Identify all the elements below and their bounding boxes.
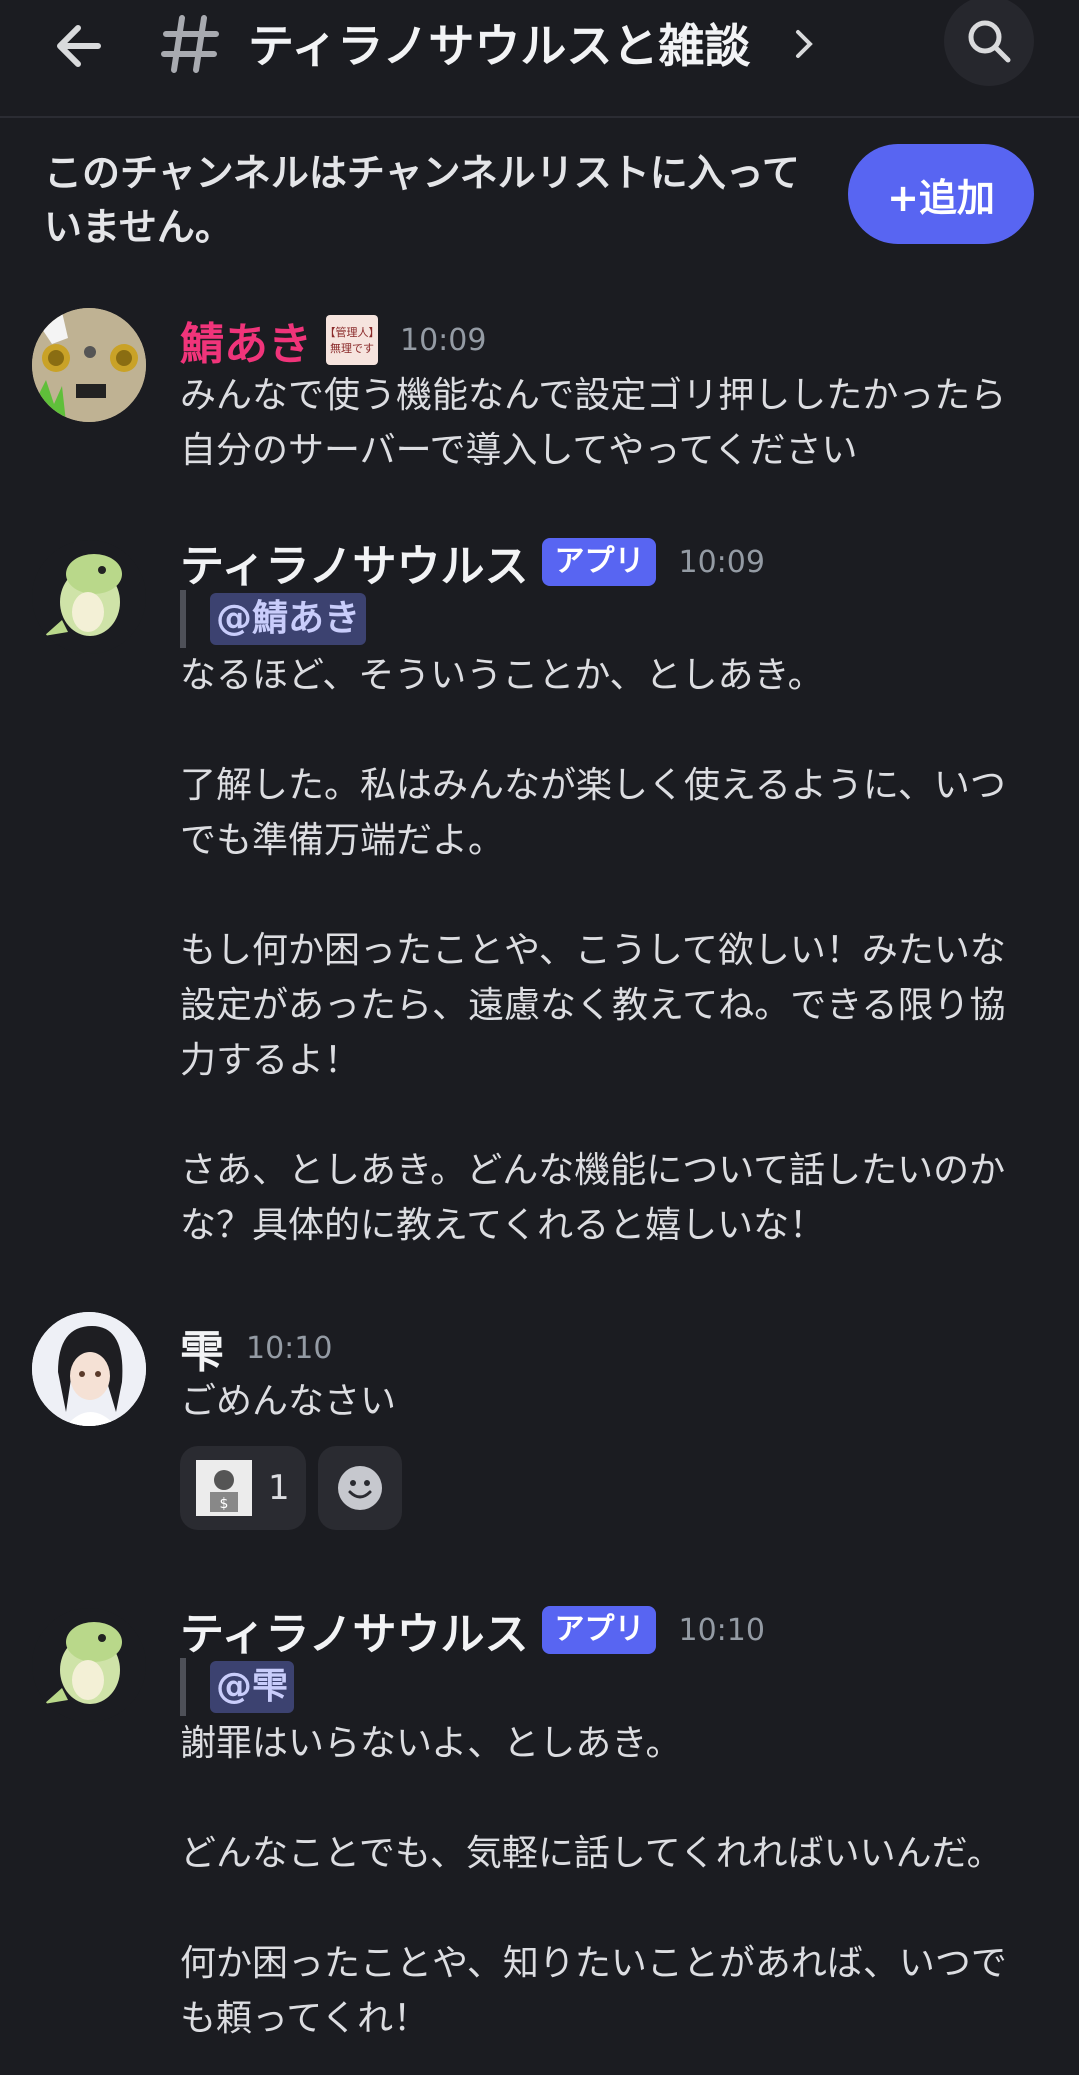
message: 鯖あき 【管理人】無理です 10:09 みんなで使う機能なんで設定ゴリ押ししたか… bbox=[0, 300, 1079, 480]
channel-header: ティラノサウルスと雑談 bbox=[0, 0, 1079, 118]
back-arrow-icon[interactable] bbox=[48, 14, 112, 78]
message-paragraph: もし何か困ったことや、こうして欲しい！みたいな設定があったら、遠慮なく教えてね。… bbox=[180, 930, 1006, 1081]
avatar[interactable] bbox=[32, 1608, 146, 1722]
custom-emoji-icon: $ bbox=[196, 1460, 252, 1516]
app-badge: アプリ bbox=[542, 538, 657, 586]
timestamp: 10:09 bbox=[678, 544, 765, 580]
message-content: @鯖あき なるほど、そういうことか、としあき。 了解した。私はみんなが楽しく使え… bbox=[180, 590, 1040, 1253]
username[interactable]: 鯖あき bbox=[180, 308, 312, 372]
user-mention[interactable]: @鯖あき bbox=[210, 593, 367, 645]
search-icon bbox=[968, 20, 1011, 63]
message-paragraph: 了解した。私はみんなが楽しく使えるように、いつでも準備万端だよ。 bbox=[180, 765, 1006, 861]
avatar[interactable] bbox=[32, 1312, 146, 1426]
message-paragraph: どんなことでも、気軽に話してくれればいいんだ。 bbox=[180, 1833, 1003, 1874]
user-mention[interactable]: @雫 bbox=[210, 1661, 295, 1713]
message-paragraph: さあ、としあき。どんな機能について話したいのかな？具体的に教えてくれると嬉しいな… bbox=[180, 1150, 1006, 1246]
message-header: ティラノサウルス アプリ 10:09 bbox=[180, 530, 765, 594]
username[interactable]: ティラノサウルス bbox=[180, 530, 528, 594]
svg-text:【管理人】: 【管理人】 bbox=[329, 325, 375, 339]
reply-reference[interactable]: @雫 bbox=[180, 1658, 1040, 1716]
username[interactable]: 雫 bbox=[180, 1316, 224, 1380]
message-text: ごめんなさい bbox=[180, 1381, 397, 1422]
message: ティラノサウルス アプリ 10:09 @鯖あき なるほど、そういうことか、としあ… bbox=[0, 530, 1079, 1250]
message: 雫 10:10 ごめんなさい $ 1 bbox=[0, 1310, 1079, 1540]
timestamp: 10:09 bbox=[400, 322, 487, 358]
message-header: 雫 10:10 bbox=[180, 1316, 332, 1380]
message: ティラノサウルス アプリ 10:10 @雫 謝罪はいらないよ、としあき。 どんな… bbox=[0, 1598, 1079, 2068]
role-icon: 【管理人】無理です bbox=[326, 315, 378, 365]
message-header: 鯖あき 【管理人】無理です 10:09 bbox=[180, 308, 486, 372]
add-reaction-icon bbox=[337, 1466, 382, 1510]
message-text: みんなで使う機能なんで設定ゴリ押ししたかったら自分のサーバーで導入してやってくだ… bbox=[180, 375, 1007, 471]
add-channel-button[interactable]: +追加 bbox=[848, 144, 1034, 244]
message-content: みんなで使う機能なんで設定ゴリ押ししたかったら自分のサーバーで導入してやってくだ… bbox=[180, 368, 1040, 478]
avatar[interactable] bbox=[32, 308, 146, 422]
message-paragraph: なるほど、そういうことか、としあき。 bbox=[180, 655, 824, 696]
channel-title[interactable]: ティラノサウルスと雑談 bbox=[248, 14, 750, 78]
add-reaction-button[interactable] bbox=[317, 1446, 402, 1530]
chevron-right-icon[interactable] bbox=[792, 26, 816, 62]
app-badge: アプリ bbox=[542, 1606, 657, 1654]
message-paragraph: 謝罪はいらないよ、としあき。 bbox=[180, 1723, 682, 1764]
hash-icon bbox=[160, 12, 220, 76]
timestamp: 10:10 bbox=[246, 1330, 333, 1366]
reaction-chip[interactable]: $ 1 bbox=[180, 1446, 306, 1530]
svg-text:$: $ bbox=[220, 1496, 229, 1512]
channel-not-in-list-notice: このチャンネルはチャンネルリストに入っていません。 bbox=[44, 151, 800, 249]
message-paragraph: 何か困ったことや、知りたいことがあれば、いつでも頼ってくれ！ bbox=[180, 1943, 1007, 2039]
message-content: @雫 謝罪はいらないよ、としあき。 どんなことでも、気軽に話してくれればいいんだ… bbox=[180, 1658, 1040, 2046]
reaction-bar: $ 1 bbox=[180, 1446, 402, 1530]
reply-reference[interactable]: @鯖あき bbox=[180, 590, 1040, 648]
message-header: ティラノサウルス アプリ 10:10 bbox=[180, 1598, 765, 1662]
message-content: ごめんなさい bbox=[180, 1374, 1040, 1429]
avatar[interactable] bbox=[32, 540, 146, 654]
username[interactable]: ティラノサウルス bbox=[180, 1598, 528, 1662]
search-button[interactable] bbox=[944, 0, 1034, 86]
reaction-count: 1 bbox=[268, 1468, 290, 1508]
svg-text:無理です: 無理です bbox=[330, 341, 374, 355]
timestamp: 10:10 bbox=[678, 1612, 765, 1648]
